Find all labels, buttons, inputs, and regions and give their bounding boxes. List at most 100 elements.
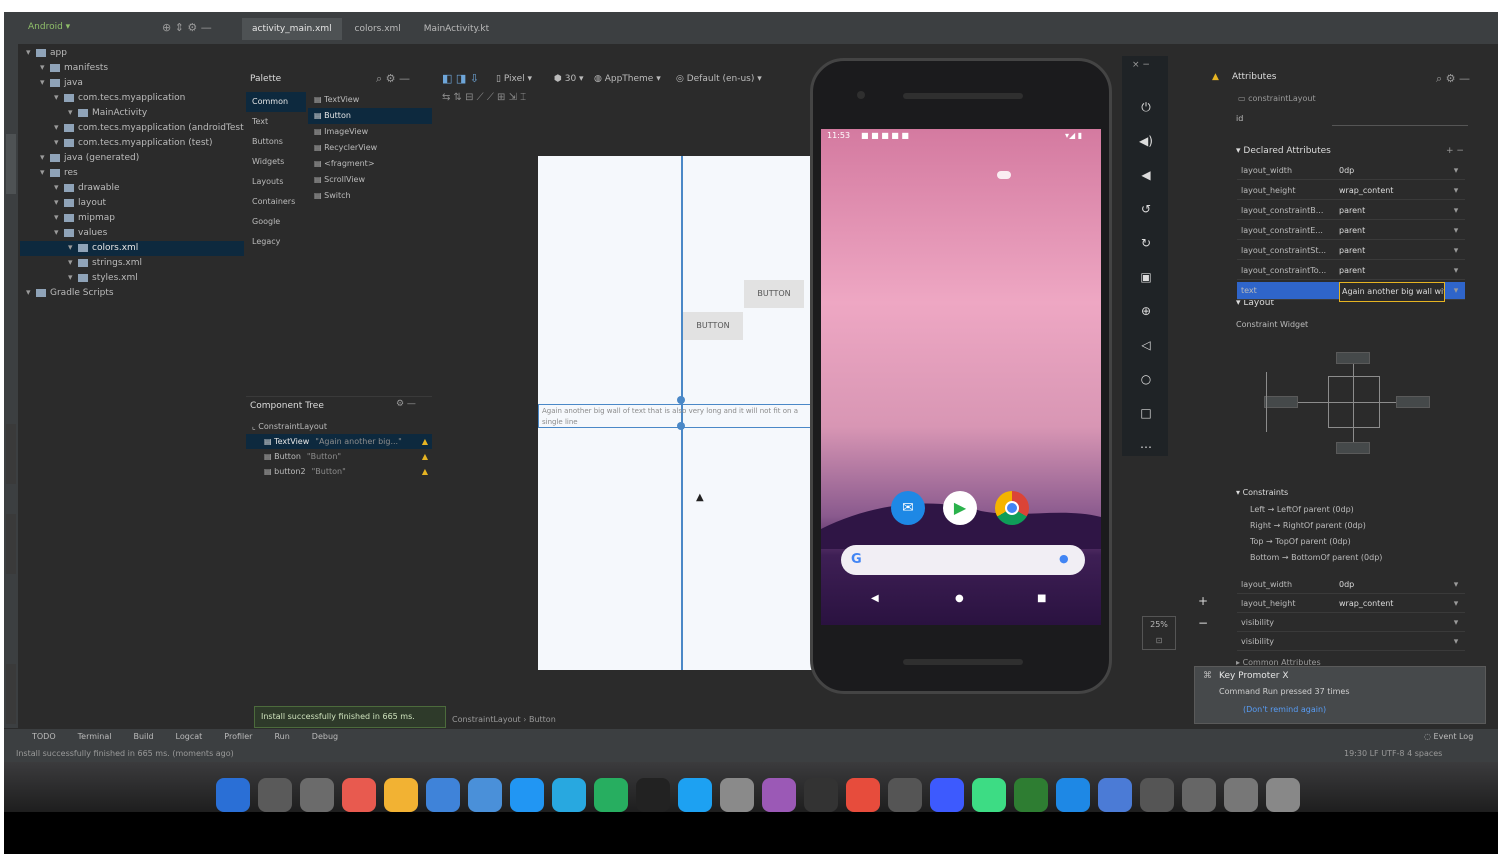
project-tree-item[interactable]: ▾ MainActivity xyxy=(20,106,244,121)
declared-attribute-row[interactable]: text Again another big wall with an▾ xyxy=(1237,282,1465,302)
project-tree-item[interactable]: ▾ styles.xml xyxy=(20,271,244,286)
constraint-item[interactable]: Top → TopOf parent (0dp) xyxy=(1240,534,1470,550)
expand-arrow-icon[interactable]: ▾ xyxy=(54,196,64,211)
more-icon[interactable]: ⋯ xyxy=(1134,436,1158,458)
tab-colors[interactable]: colors.xml xyxy=(345,18,411,40)
project-tree-item[interactable]: ▾ colors.xml xyxy=(20,241,244,256)
volume-down-icon[interactable]: ◀ xyxy=(1134,164,1158,186)
attribute-dropdown-icon[interactable]: ▾ xyxy=(1449,182,1463,200)
skype-icon[interactable] xyxy=(678,778,712,812)
attribute-dropdown-icon[interactable]: ▾ xyxy=(1449,162,1463,180)
attribute-dropdown-icon[interactable]: ▾ xyxy=(1449,633,1463,651)
palette-item[interactable]: ▤ <fragment> xyxy=(308,156,432,172)
tv-icon[interactable] xyxy=(804,778,838,812)
chrome-icon[interactable] xyxy=(846,778,880,812)
attribute-row[interactable]: visibility ▾ xyxy=(1237,633,1465,651)
expand-arrow-icon[interactable]: ▾ xyxy=(54,91,64,106)
project-tree-item[interactable]: ▾ com.tecs.myapplication (androidTest) xyxy=(20,121,244,136)
constraint-handle-top[interactable] xyxy=(677,396,685,404)
safari-icon[interactable] xyxy=(300,778,334,812)
expand-arrow-icon[interactable]: ▾ xyxy=(40,151,50,166)
palette-category[interactable]: Google xyxy=(246,212,306,232)
project-tree-item[interactable]: ▾ layout xyxy=(20,196,244,211)
attribute-dropdown-icon[interactable]: ▾ xyxy=(1449,614,1463,632)
palette-item[interactable]: ▤ TextView xyxy=(308,92,432,108)
trash-icon[interactable] xyxy=(1266,778,1300,812)
declared-attribute-row[interactable]: layout_constraintSt... parent ▾ xyxy=(1237,242,1465,260)
terminal-icon[interactable] xyxy=(636,778,670,812)
declared-attribute-row[interactable]: layout_constraintE... parent ▾ xyxy=(1237,222,1465,240)
attribute-dropdown-icon[interactable]: ▾ xyxy=(1449,222,1463,240)
back-icon[interactable]: ◁ xyxy=(1134,334,1158,356)
tree-settings-icons[interactable]: ⊕ ⇕ ⚙ — xyxy=(162,21,212,34)
constraint-item[interactable]: Left → LeftOf parent (0dp) xyxy=(1240,502,1470,518)
project-tree-item[interactable]: ▾ java xyxy=(20,76,244,91)
sublime-icon[interactable] xyxy=(1014,778,1048,812)
attribute-dropdown-icon[interactable]: ▾ xyxy=(1449,595,1463,613)
expand-arrow-icon[interactable]: ▾ xyxy=(54,136,64,151)
constraint-handle-bottom[interactable] xyxy=(677,422,685,430)
nav-back-icon[interactable]: ◀ xyxy=(871,593,879,604)
palette-category[interactable]: Widgets xyxy=(246,152,306,172)
finder-icon[interactable] xyxy=(216,778,250,812)
palette-item[interactable]: ▤ Switch xyxy=(308,188,432,204)
attribute-value[interactable]: wrap_content xyxy=(1339,182,1445,200)
attribute-dropdown-icon[interactable]: ▾ xyxy=(1449,242,1463,260)
canvas-button-2[interactable]: BUTTON xyxy=(744,280,804,308)
tool-window-button[interactable]: Profiler xyxy=(224,732,252,741)
favorites-tool-button[interactable] xyxy=(6,664,16,724)
volume-up-icon[interactable]: ◀) xyxy=(1134,130,1158,152)
google-search-bar[interactable]: G ● xyxy=(841,545,1085,575)
tab-main-activity[interactable]: MainActivity.kt xyxy=(414,18,499,40)
window-icon[interactable] xyxy=(1098,778,1132,812)
calendar-icon[interactable] xyxy=(342,778,376,812)
bottom-margin-field[interactable] xyxy=(1336,442,1370,454)
screenshot-icon[interactable]: ▣ xyxy=(1134,266,1158,288)
project-tree-item[interactable]: ▾ com.tecs.myapplication (test) xyxy=(20,136,244,151)
preview-icon[interactable] xyxy=(720,778,754,812)
left-margin-field[interactable] xyxy=(1264,396,1298,408)
mic-icon[interactable]: ● xyxy=(1059,552,1069,565)
attribute-value[interactable]: wrap_content xyxy=(1339,595,1445,613)
numbers-icon[interactable] xyxy=(384,778,418,812)
id-field[interactable] xyxy=(1332,112,1468,126)
component-tree-item[interactable]: ▤ button2 "Button" ▲ xyxy=(246,464,432,479)
tool-window-button[interactable]: TODO xyxy=(32,732,56,741)
overview-icon[interactable]: □ xyxy=(1134,402,1158,424)
attribute-row[interactable]: visibility ▾ xyxy=(1237,614,1465,632)
device-dropdown[interactable]: ▯ Pixel ▾ xyxy=(496,74,532,84)
attributes-search-icon[interactable]: ⌕ ⚙ — xyxy=(1436,72,1470,86)
expand-arrow-icon[interactable]: ▾ xyxy=(40,76,50,91)
palette-item[interactable]: ▤ ImageView xyxy=(308,124,432,140)
warning-icon[interactable]: ▲ xyxy=(422,464,428,479)
project-tree-item[interactable]: ▾ java (generated) xyxy=(20,151,244,166)
design-mode-icons[interactable]: ◧ ◨ ⇩ xyxy=(442,72,479,85)
attribute-dropdown-icon[interactable]: ▾ xyxy=(1449,202,1463,220)
project-tree-item[interactable]: ▾ strings.xml xyxy=(20,256,244,271)
tool-window-button[interactable]: Terminal xyxy=(78,732,112,741)
attribute-value[interactable]: parent xyxy=(1339,202,1445,220)
attribute-value[interactable]: 0dp xyxy=(1339,576,1445,594)
attribute-dropdown-icon[interactable]: ▾ xyxy=(1449,282,1463,300)
rotate-right-icon[interactable]: ↻ xyxy=(1134,232,1158,254)
declared-attribute-row[interactable]: layout_height wrap_content ▾ xyxy=(1237,182,1465,200)
window-icon[interactable] xyxy=(1140,778,1174,812)
attribute-row[interactable]: layout_height wrap_content ▾ xyxy=(1237,595,1465,613)
launchpad-icon[interactable] xyxy=(258,778,292,812)
palette-item[interactable]: ▤ RecyclerView xyxy=(308,140,432,156)
attribute-dropdown-icon[interactable]: ▾ xyxy=(1449,576,1463,594)
theme-dropdown[interactable]: ◍ AppTheme ▾ xyxy=(594,74,661,84)
palette-category[interactable]: Buttons xyxy=(246,132,306,152)
expand-arrow-icon[interactable]: ▾ xyxy=(68,271,78,286)
expand-arrow-icon[interactable]: ▾ xyxy=(54,121,64,136)
nav-recents-icon[interactable]: ■ xyxy=(1037,593,1046,604)
obs-icon[interactable] xyxy=(888,778,922,812)
telegram-icon[interactable] xyxy=(552,778,586,812)
declared-attributes-header[interactable]: ▾ Declared Attributes xyxy=(1236,146,1331,156)
constraint-item[interactable]: Right → RightOf parent (0dp) xyxy=(1240,518,1470,534)
keynote-icon[interactable] xyxy=(468,778,502,812)
palette-item[interactable]: ▤ Button xyxy=(308,108,432,124)
component-tree-item[interactable]: ⌞ ConstraintLayout xyxy=(246,419,432,434)
locale-dropdown[interactable]: ◎ Default (en-us) ▾ xyxy=(676,74,762,84)
discord-icon[interactable] xyxy=(930,778,964,812)
